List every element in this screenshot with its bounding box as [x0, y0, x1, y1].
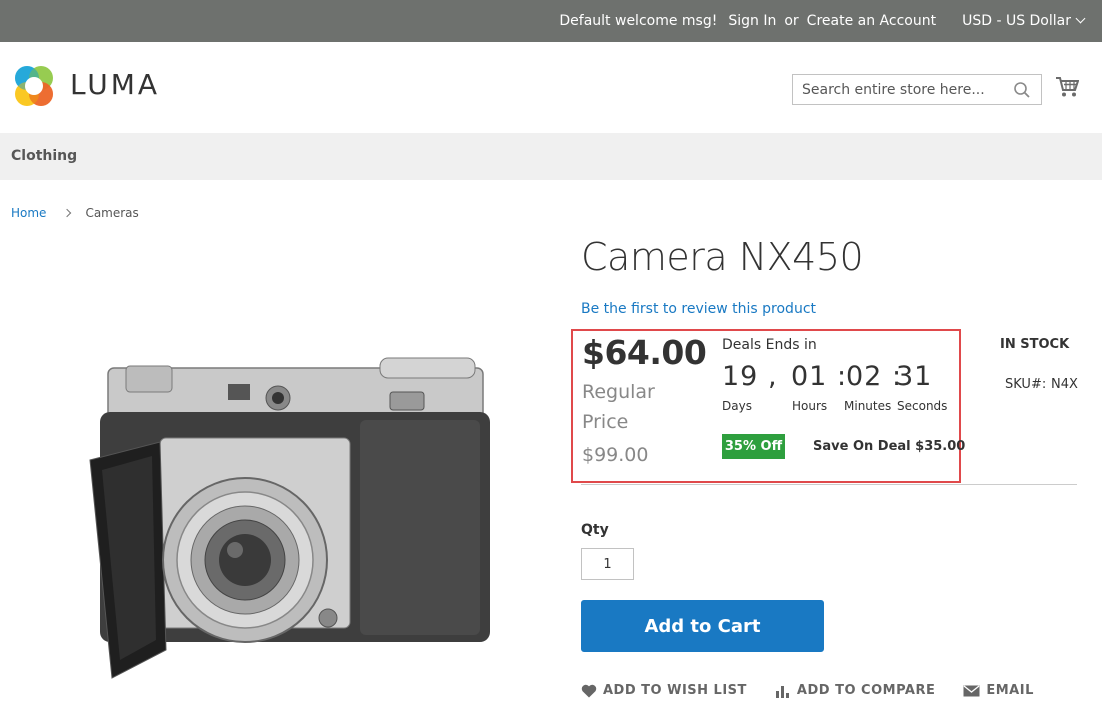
top-bar: Default welcome msg! Sign In or Create a… — [0, 0, 1102, 42]
countdown-days-value: 19 — [722, 361, 759, 392]
regular-price-label-line1: Regular — [582, 381, 655, 403]
divider — [581, 484, 1077, 485]
nav-item-clothing[interactable]: Clothing — [11, 148, 77, 164]
breadcrumb-home-link[interactable]: Home — [11, 206, 46, 220]
sign-in-link[interactable]: Sign In — [728, 13, 776, 29]
add-to-cart-button[interactable]: Add to Cart — [581, 600, 824, 652]
sku-value: N4X — [1051, 377, 1078, 392]
product-title: Camera NX450 — [581, 235, 864, 279]
review-link[interactable]: Be the first to review this product — [581, 301, 816, 317]
breadcrumb-current: Cameras — [85, 206, 139, 220]
email-label: EMAIL — [986, 683, 1034, 698]
qty-input[interactable] — [581, 548, 634, 580]
chevron-down-icon — [1075, 13, 1086, 24]
search-icon[interactable] — [1013, 81, 1031, 99]
envelope-icon — [963, 684, 980, 696]
create-account-link[interactable]: Create an Account — [807, 13, 936, 29]
save-on-deal-text: Save On Deal $35.00 — [813, 439, 966, 454]
chevron-right-icon — [63, 208, 72, 218]
countdown-minutes: 02 : — [846, 361, 903, 392]
stock-status: IN STOCK — [1000, 337, 1070, 352]
regular-price-label-line2: Price — [582, 411, 629, 433]
countdown-seconds: 31 — [896, 361, 933, 392]
cart-icon[interactable] — [1055, 76, 1079, 98]
add-to-wishlist-link[interactable]: ADD TO WISH LIST — [581, 683, 747, 698]
bar-chart-icon — [775, 685, 789, 698]
product-actions: ADD TO WISH LIST ADD TO COMPARE EMAIL — [581, 683, 1062, 698]
product-image[interactable] — [60, 350, 540, 680]
countdown-minutes-label: Minutes — [844, 399, 892, 413]
email-link[interactable]: EMAIL — [963, 683, 1034, 698]
countdown-hours-label: Hours — [792, 399, 828, 413]
sku-label: SKU#: — [1005, 377, 1047, 392]
search-box — [792, 74, 1042, 105]
deal-ends-label: Deals Ends in — [722, 337, 817, 353]
discount-badge: 35% Off — [722, 434, 785, 459]
countdown-seconds-label: Seconds — [897, 399, 948, 413]
countdown-minutes-value: 02 — [846, 361, 883, 392]
wishlist-label: ADD TO WISH LIST — [603, 683, 747, 698]
countdown-hours: 01 : — [791, 361, 848, 392]
countdown-hours-value: 01 — [791, 361, 828, 392]
final-price: $64.00 — [582, 333, 707, 372]
add-to-compare-link[interactable]: ADD TO COMPARE — [775, 683, 935, 698]
top-links: Default welcome msg! Sign In or Create a… — [559, 0, 1086, 42]
luma-logo-icon[interactable] — [11, 64, 57, 110]
logo-text[interactable]: LUMA — [70, 68, 160, 101]
countdown-days-label: Days — [722, 399, 752, 413]
compare-label: ADD TO COMPARE — [796, 683, 936, 698]
welcome-message: Default welcome msg! — [559, 13, 718, 29]
currency-label: USD - US Dollar — [962, 13, 1071, 29]
currency-switcher[interactable]: USD - US Dollar — [951, 13, 1086, 29]
qty-label: Qty — [581, 522, 609, 538]
regular-price-value: $99.00 — [582, 444, 649, 466]
search-input[interactable] — [793, 75, 1003, 104]
or-text: or — [784, 13, 799, 29]
countdown-days: 19 , — [722, 361, 778, 392]
breadcrumb: Home Cameras — [11, 206, 139, 220]
main-nav: Clothing — [0, 133, 1102, 180]
heart-icon — [581, 684, 597, 697]
